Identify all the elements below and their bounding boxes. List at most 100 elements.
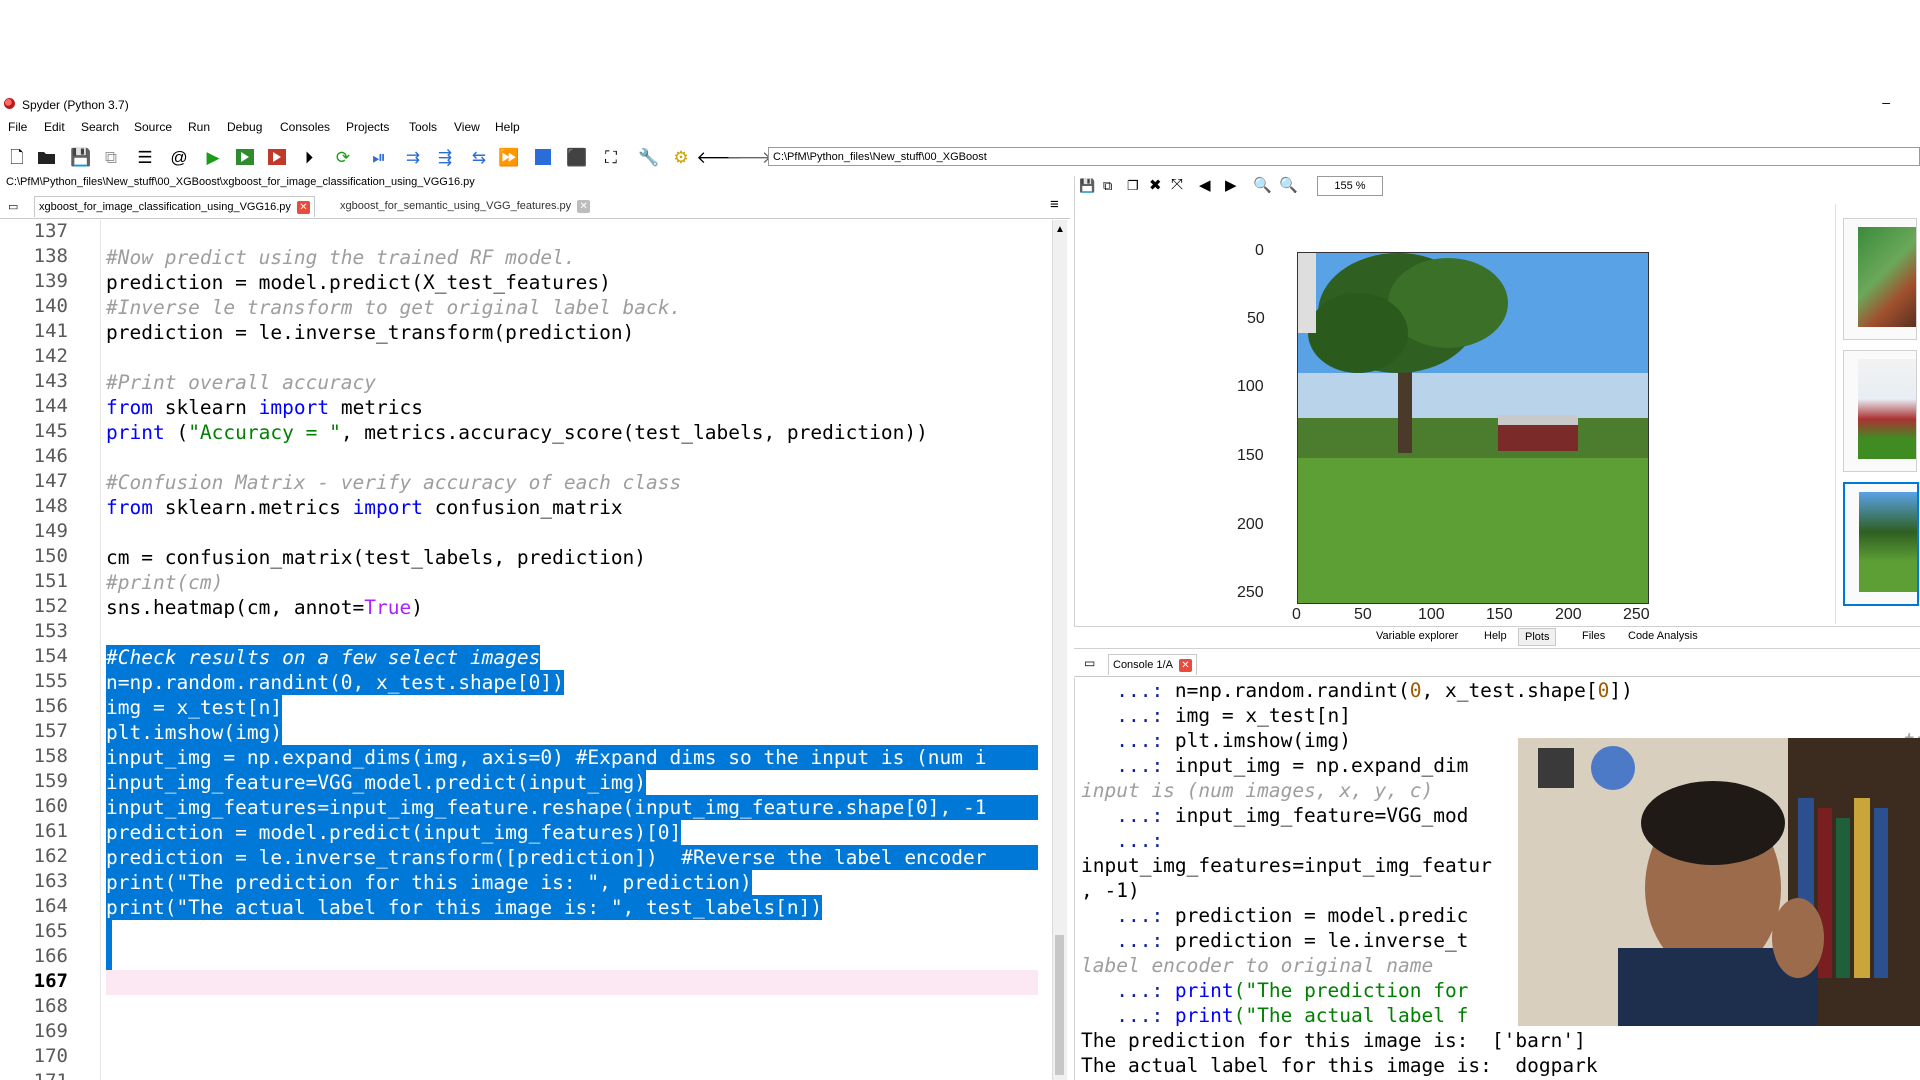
remove-plot-icon[interactable]: ✖ (1149, 176, 1162, 194)
line-number: 154 (33, 645, 68, 667)
close-tab-icon[interactable]: ✕ (577, 199, 591, 213)
save-all-plots-icon[interactable]: ⧉ (1103, 178, 1112, 194)
code-editor[interactable]: 137 138 139 140 141 142 143 144 145 146 … (0, 220, 1058, 1080)
menu-consoles[interactable]: Consoles (280, 120, 330, 134)
menu-edit[interactable]: Edit (44, 120, 65, 134)
next-plot-icon[interactable]: ▶ (1225, 176, 1237, 194)
menu-projects[interactable]: Projects (346, 120, 389, 134)
zoom-out-icon[interactable]: 🔍 (1253, 176, 1272, 194)
tab-help[interactable]: Help (1484, 630, 1507, 642)
code-line: #Inverse le transform to get original la… (106, 296, 682, 319)
line-number: 138 (33, 245, 68, 267)
menu-source[interactable]: Source (134, 120, 172, 134)
console-line: ...: plt.imshow(img) (1081, 729, 1352, 752)
y-tick-label: 150 (1237, 447, 1264, 464)
menu-help[interactable]: Help (495, 120, 520, 134)
close-console-icon[interactable]: ✕ (1178, 658, 1192, 672)
tab-file-vgg16[interactable]: xgboost_for_image_classification_using_V… (34, 196, 315, 217)
wrench-icon[interactable]: 🔧 (638, 146, 660, 168)
open-file-icon[interactable] (36, 146, 58, 168)
fullscreen-icon[interactable]: ⛶ (600, 146, 622, 168)
menu-tools[interactable]: Tools (409, 120, 437, 134)
selected-code-line: img = x_test[n] (106, 695, 283, 720)
line-number: 141 (33, 320, 68, 342)
editor-options-icon[interactable]: ≡ (1050, 196, 1059, 213)
line-number: 149 (33, 520, 68, 542)
step-into-icon[interactable]: ⇶ (434, 146, 456, 168)
run-cell-advance-icon[interactable] (266, 146, 288, 168)
step-return-icon[interactable]: ⇆ (468, 146, 490, 168)
y-tick-label: 50 (1247, 310, 1265, 327)
line-number: 166 (33, 945, 68, 967)
window-title-bar: Spyder (Python 3.7) – (0, 94, 1920, 114)
line-number: 148 (33, 495, 68, 517)
spyder-logo-icon (4, 98, 15, 109)
plot-thumbnail-selected[interactable] (1843, 482, 1919, 606)
tab-file-semantic[interactable]: xgboost_for_semantic_using_VGG_features.… (336, 196, 594, 216)
selected-code-line: print("The prediction for this image is:… (106, 870, 752, 895)
continue-icon[interactable]: ⏩ (498, 146, 520, 168)
line-number: 155 (33, 670, 68, 692)
plot-image-axes (1297, 252, 1649, 604)
list-icon[interactable]: ☰ (134, 146, 156, 168)
menu-run[interactable]: Run (188, 120, 210, 134)
rerun-icon[interactable]: ⟳ (332, 146, 354, 168)
tab-label: xgboost_for_image_classification_using_V… (39, 201, 291, 213)
run-selection-icon[interactable]: ⏵ (298, 146, 320, 168)
x-tick-label: 250 (1623, 606, 1650, 623)
line-number: 170 (33, 1045, 68, 1067)
console-line: ...: n=np.random.randint(0, x_test.shape… (1081, 679, 1633, 702)
tab-plots[interactable]: Plots (1518, 628, 1557, 646)
forward-arrow-icon[interactable]: 🡒 (726, 146, 772, 168)
copy-plot-icon[interactable]: ❐ (1127, 178, 1139, 194)
scrollbar-thumb[interactable] (1055, 935, 1064, 1075)
stop-icon[interactable] (532, 146, 554, 168)
code-line: #Now predict using the trained RF model. (106, 246, 576, 269)
line-number: 160 (33, 795, 68, 817)
menu-debug[interactable]: Debug (227, 120, 262, 134)
step-icon[interactable]: ⇉ (402, 146, 424, 168)
editor-scrollbar[interactable]: ▲ (1052, 220, 1067, 1080)
debug-icon[interactable]: ⏯ (368, 146, 390, 168)
working-directory-field[interactable]: C:\PfM\Python_files\New_stuff\00_XGBoost (768, 147, 1920, 166)
selected-code-line: input_img = np.expand_dims(img, axis=0) … (106, 745, 1038, 770)
zoom-field[interactable]: 155 % (1317, 176, 1383, 196)
tab-console-1a[interactable]: Console 1/A ✕ (1108, 654, 1197, 675)
menu-file[interactable]: File (8, 120, 27, 134)
minimize-button[interactable]: – (1882, 94, 1890, 110)
editor-tabs: ▭ xgboost_for_image_classification_using… (0, 194, 1070, 219)
run-cell-icon[interactable] (234, 146, 256, 168)
tab-variable-explorer[interactable]: Variable explorer (1376, 630, 1458, 642)
y-tick-label: 0 (1255, 242, 1264, 259)
run-icon[interactable]: ▶ (202, 146, 224, 168)
maximize-pane-icon[interactable]: ⬛ (566, 146, 588, 168)
zoom-in-icon[interactable]: 🔍 (1279, 176, 1298, 194)
save-all-icon[interactable]: ⧉ (100, 146, 122, 168)
browse-console-tabs-icon[interactable]: ▭ (1084, 656, 1095, 670)
close-tab-icon[interactable]: ✕ (296, 200, 310, 214)
python-path-icon[interactable]: ⚙ (670, 146, 692, 168)
line-number: 171 (0, 1070, 68, 1080)
current-line-number: 167 (33, 970, 68, 992)
new-file-icon[interactable]: 🗋 (6, 146, 28, 168)
remove-all-plots-icon[interactable]: ⤧ (1171, 176, 1183, 193)
plot-thumbnail[interactable] (1843, 350, 1917, 472)
tab-code-analysis[interactable]: Code Analysis (1628, 630, 1698, 642)
save-plot-icon[interactable]: 💾 (1079, 178, 1095, 194)
selected-code-line: print("The actual label for this image i… (106, 895, 823, 920)
code-line: prediction = model.predict(X_test_featur… (106, 271, 611, 294)
scroll-up-icon[interactable]: ▲ (1055, 224, 1065, 235)
menu-bar: File Edit Search Source Run Debug Consol… (0, 118, 1920, 138)
selected-empty-line (106, 945, 112, 970)
console-line: ...: prediction = le.inverse_t (1081, 929, 1469, 952)
browse-tabs-icon[interactable]: ▭ (8, 200, 18, 213)
tab-files[interactable]: Files (1582, 630, 1605, 642)
previous-plot-icon[interactable]: ◀ (1199, 176, 1211, 194)
at-icon[interactable]: @ (168, 146, 190, 168)
save-icon[interactable]: 💾 (70, 146, 92, 168)
menu-view[interactable]: View (454, 120, 480, 134)
console-line: ...: print("The actual label f (1081, 1004, 1469, 1027)
plot-thumbnail[interactable] (1843, 218, 1917, 340)
line-number: 145 (33, 420, 68, 442)
menu-search[interactable]: Search (81, 120, 119, 134)
